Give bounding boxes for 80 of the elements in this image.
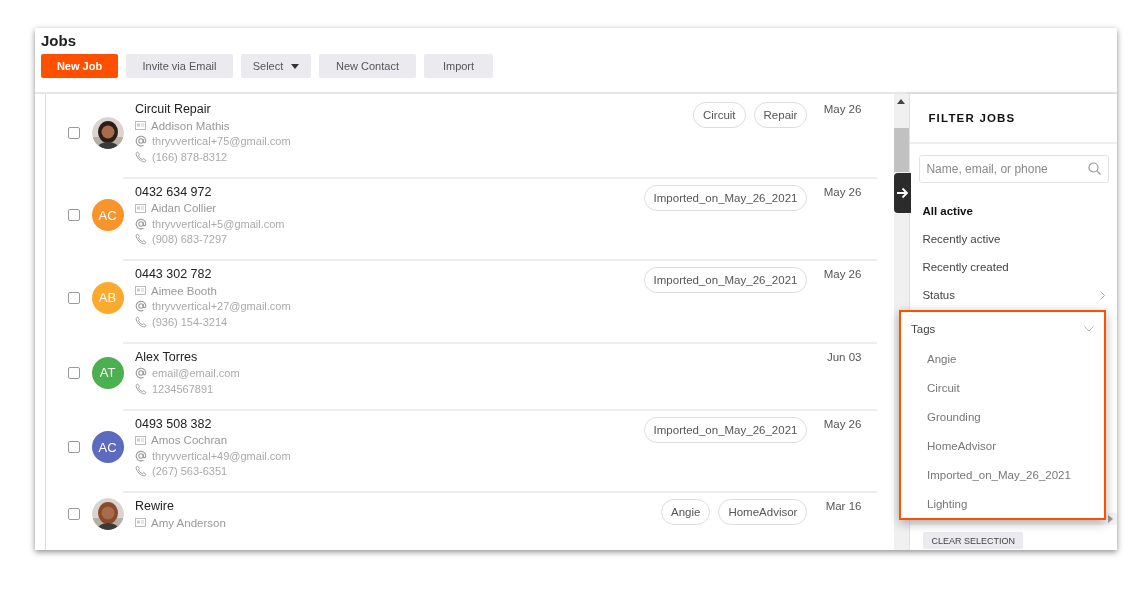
avatar: AB (91, 281, 124, 314)
avatar: AT (91, 356, 124, 389)
filter-item[interactable]: Status (922, 281, 1105, 309)
select-dropdown[interactable]: Select (241, 54, 311, 78)
tag-option[interactable]: Imported_on_May_26_2021 (901, 461, 1104, 490)
job-title[interactable]: 0443 302 782 (135, 266, 644, 283)
contact-name: Addison Mathis (151, 119, 230, 132)
window-title: Jobs (41, 32, 77, 51)
contact-card-icon (135, 121, 146, 131)
tags-menu-header[interactable]: Tags (901, 312, 1104, 345)
filter-item[interactable]: Recently active (922, 225, 1105, 253)
contact-phone: (936) 154-3214 (152, 315, 228, 328)
toolbar-button[interactable]: Invite via Email (126, 54, 233, 78)
job-date: May 26 (822, 267, 863, 282)
job-date: Jun 03 (825, 349, 863, 365)
avatar: AC (91, 431, 124, 464)
job-title[interactable]: Alex Torres (135, 348, 808, 366)
row-checkbox[interactable] (68, 366, 80, 379)
arrow-right-icon (896, 187, 909, 199)
contact-email: thryvvertical+49@gmail.com (152, 449, 291, 462)
email-icon (135, 135, 147, 148)
contact-email: thryvvertical+75@gmail.com (152, 135, 291, 148)
email-icon (135, 449, 147, 462)
row-checkbox[interactable] (68, 209, 80, 222)
collapse-panel-button[interactable] (894, 173, 911, 213)
caret-icon (291, 63, 300, 69)
tag-option[interactable]: Circuit (901, 374, 1104, 403)
search-icon (1088, 162, 1101, 175)
phone-icon (135, 150, 147, 163)
contact-email: thryvvertical+27@gmail.com (152, 300, 291, 313)
scroll-up-icon[interactable] (897, 99, 906, 104)
tag-option[interactable]: Lighting (901, 490, 1104, 519)
job-date: May 26 (822, 184, 863, 200)
contact-phone: 1234567891 (152, 382, 214, 395)
contact-name: Amos Cochran (151, 434, 228, 447)
row-checkbox[interactable] (68, 126, 80, 139)
clear-selection-button[interactable]: CLEAR SELECTION (923, 532, 1023, 549)
filter-item[interactable]: All active (922, 197, 1105, 225)
row-checkbox[interactable] (68, 441, 80, 454)
chevron-right-icon (1100, 290, 1105, 300)
contact-card-icon (135, 435, 146, 445)
job-date: May 26 (822, 102, 863, 117)
row-checkbox[interactable] (68, 291, 80, 304)
contact-name: Amy Anderson (151, 516, 226, 529)
search-field[interactable]: Name, email, or phone (919, 155, 1109, 183)
contact-email: email@email.com (152, 367, 240, 380)
job-title[interactable]: Circuit Repair (135, 101, 693, 118)
phone-icon (135, 233, 147, 246)
job-date: Mar 16 (824, 499, 863, 514)
contact-name: Aidan Collier (151, 202, 217, 215)
scrollbar-thumb[interactable] (894, 128, 910, 172)
tag-option[interactable]: Grounding (901, 403, 1104, 432)
contact-phone: (166) 878-8312 (152, 150, 228, 163)
filter-item[interactable]: Recently created (922, 253, 1105, 281)
contact-name: Aimee Booth (151, 284, 217, 297)
filter-title: FILTER JOBS (910, 94, 1117, 144)
contact-phone: (267) 563-6351 (152, 465, 228, 478)
contact-card-icon (135, 203, 146, 213)
phone-icon (135, 465, 147, 478)
contact-card-icon (135, 286, 146, 296)
job-title[interactable]: 0493 508 382 (135, 415, 644, 433)
email-icon (135, 300, 147, 313)
phone-icon (135, 315, 147, 328)
tag-option[interactable]: HomeAdvisor (901, 432, 1104, 461)
job-title[interactable]: 0432 634 972 (135, 183, 644, 201)
contact-email: thryvvertical+5@gmail.com (152, 217, 285, 230)
phone-icon (135, 382, 147, 395)
contact-card-icon (135, 518, 146, 528)
scroll-right-icon[interactable] (1108, 514, 1113, 523)
chevron-down-icon (1084, 325, 1094, 332)
toolbar-button[interactable]: New Contact (319, 54, 416, 78)
email-icon (135, 217, 147, 230)
job-title[interactable]: Rewire (135, 498, 661, 515)
tag-option[interactable]: Angie (901, 345, 1104, 374)
avatar: AC (91, 199, 124, 232)
contact-phone: (908) 683-7297 (152, 233, 228, 246)
job-date: May 26 (822, 416, 863, 432)
email-icon (135, 367, 147, 380)
toolbar-button[interactable]: Import (424, 54, 493, 78)
row-checkbox[interactable] (68, 508, 80, 521)
